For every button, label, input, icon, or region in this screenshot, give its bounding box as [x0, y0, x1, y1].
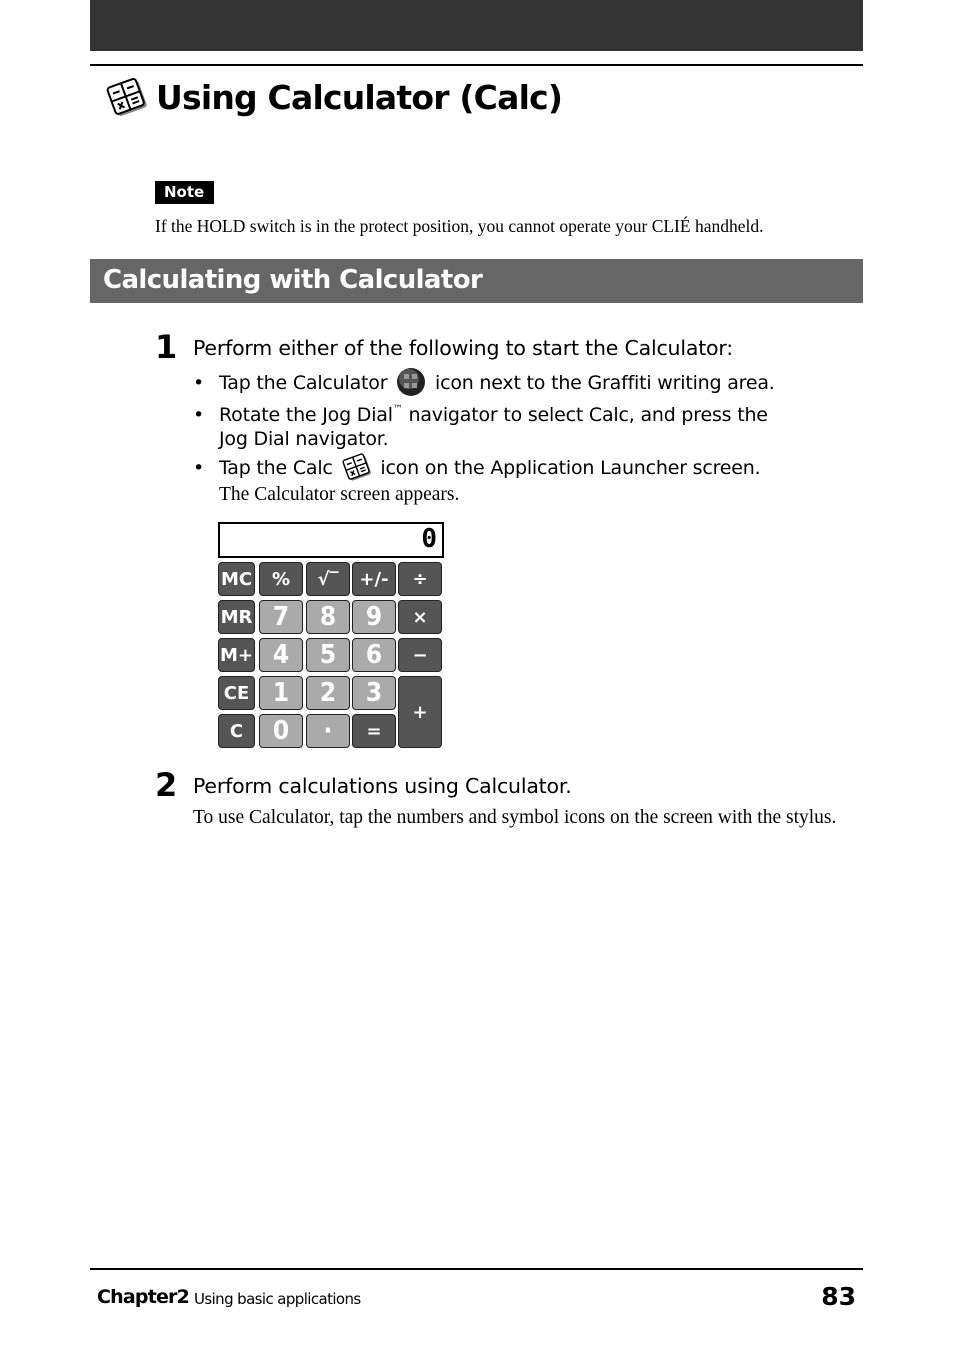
header-bar	[90, 0, 863, 51]
calc-key: 3	[352, 676, 396, 710]
calc-key: C	[218, 714, 255, 748]
calc-key: 1	[259, 676, 303, 710]
page-title: Using Calculator (Calc)	[156, 77, 563, 117]
calc-key: 7	[259, 600, 303, 634]
calc-key: 2	[306, 676, 350, 710]
calc-key: 5	[306, 638, 350, 672]
calc-app-icon	[342, 453, 371, 481]
list-item: • Tap the Calc icon on the Application La…	[193, 452, 761, 482]
bullet-dot: •	[193, 404, 205, 426]
step-result: The Calculator screen appears.	[219, 484, 460, 505]
step-heading: Perform either of the following to start…	[193, 336, 733, 360]
calc-key: +	[398, 676, 442, 748]
calc-key: 0	[259, 714, 303, 748]
note-text: If the HOLD switch is in the protect pos…	[155, 216, 764, 236]
header-rule	[90, 64, 863, 66]
bullet-dot: •	[193, 372, 205, 394]
footer-subtitle: Using basic applications	[194, 1290, 361, 1308]
calc-key: 4	[259, 638, 303, 672]
calc-key: CE	[218, 676, 255, 710]
calc-key: 6	[352, 638, 396, 672]
note-badge: Note	[155, 181, 215, 204]
calculator-display: 0	[218, 522, 444, 558]
calc-key: M+	[218, 638, 255, 672]
calculator-screenshot: 0 MC% √‾ +/- ÷ MR 7 8 9 × M+ 4 5 6− CE 1 2 3 + C 0 · =	[218, 522, 444, 748]
list-item: • Rotate the Jog Dial™ navigator to selec…	[193, 404, 768, 450]
calc-key: −	[398, 638, 442, 672]
step-number: 1	[155, 328, 178, 366]
step-number: 2	[155, 766, 178, 804]
calc-key: MR	[218, 600, 255, 634]
calc-key: =	[352, 714, 396, 748]
footer-rule	[90, 1268, 863, 1270]
calc-key: +/-	[352, 562, 396, 596]
bullet-dot: •	[193, 457, 205, 479]
calc-key: √‾	[306, 562, 350, 596]
calc-key: 9	[352, 600, 396, 634]
section-heading: Calculating with Calculator	[90, 259, 863, 303]
display-value: 0	[421, 524, 437, 554]
step-heading: Perform calculations using Calculator.	[193, 774, 572, 798]
page-number: 83	[821, 1282, 856, 1311]
footer-chapter: Chapter2	[97, 1286, 190, 1308]
step-body: To use Calculator, tap the numbers and s…	[193, 807, 837, 828]
calc-key: ÷	[398, 562, 442, 596]
calc-key: ·	[306, 714, 350, 748]
section-title: Calculating with Calculator	[103, 265, 483, 295]
calc-key: %	[259, 562, 303, 596]
calc-key: MC	[218, 562, 255, 596]
title-row: Using Calculator (Calc)	[106, 76, 563, 118]
calc-key: 8	[306, 600, 350, 634]
calc-app-icon	[106, 77, 147, 116]
calculator-button-icon	[397, 368, 426, 396]
calc-key: ×	[398, 600, 442, 634]
list-item: • Tap the Calculator icon next to the Gra…	[193, 367, 775, 397]
